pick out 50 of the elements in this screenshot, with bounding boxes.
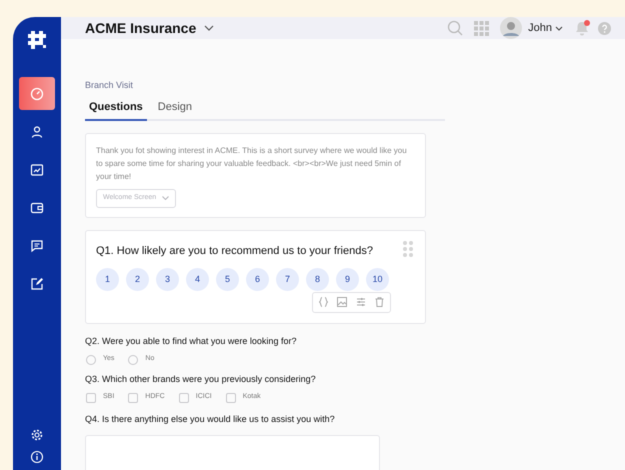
user-icon[interactable] bbox=[30, 125, 44, 139]
organization-name[interactable]: ACME Insurance bbox=[85, 18, 196, 38]
rating-option[interactable]: 2 bbox=[126, 268, 149, 291]
rating-option[interactable]: 6 bbox=[246, 268, 269, 291]
radio-button[interactable] bbox=[86, 354, 96, 364]
rating-option[interactable]: 5 bbox=[216, 268, 239, 291]
search-icon[interactable] bbox=[447, 20, 464, 36]
bell-icon[interactable] bbox=[575, 20, 589, 36]
chart-icon[interactable] bbox=[30, 163, 44, 177]
user-name[interactable]: John bbox=[528, 20, 552, 36]
image-icon[interactable] bbox=[337, 297, 347, 308]
chevron-down-icon[interactable] bbox=[555, 26, 563, 30]
speedometer-icon bbox=[30, 86, 44, 100]
question-text: Q4. Is there anything else you would like us to assist you with? bbox=[85, 412, 336, 426]
drag-handle-icon[interactable] bbox=[403, 240, 413, 257]
wallet-icon[interactable] bbox=[30, 201, 44, 215]
question-text: Q3. Which other brands were you previously considering? bbox=[85, 372, 317, 386]
radio-button[interactable] bbox=[128, 354, 138, 364]
checkbox[interactable] bbox=[128, 392, 138, 402]
braces-icon[interactable] bbox=[319, 297, 328, 308]
question-text: Q2. Were you able to find what you were looking for? bbox=[85, 334, 298, 348]
apps-grid-icon[interactable] bbox=[474, 20, 490, 36]
rating-option[interactable]: 3 bbox=[156, 268, 179, 291]
chat-icon[interactable] bbox=[30, 239, 44, 253]
tab[interactable]: Design bbox=[156, 98, 194, 119]
chevron-down-icon bbox=[162, 196, 170, 200]
rating-option[interactable]: 7 bbox=[276, 268, 299, 291]
rating-option[interactable]: 10 bbox=[366, 268, 389, 291]
checkbox[interactable] bbox=[226, 392, 236, 402]
help-icon[interactable] bbox=[598, 22, 611, 34]
trash-icon[interactable] bbox=[375, 297, 384, 308]
survey-title: Branch Visit bbox=[85, 79, 134, 92]
tab[interactable]: Questions bbox=[85, 98, 147, 121]
speedometer-nav-item[interactable] bbox=[19, 77, 55, 110]
rating-option[interactable]: 1 bbox=[96, 268, 119, 291]
rating-option[interactable]: 9 bbox=[336, 268, 359, 291]
logo-icon bbox=[26, 29, 48, 51]
answer-box[interactable] bbox=[85, 435, 380, 470]
sliders-icon[interactable] bbox=[356, 297, 366, 308]
rating-option[interactable]: 8 bbox=[306, 268, 329, 291]
settings-icon[interactable] bbox=[30, 428, 44, 442]
avatar[interactable] bbox=[500, 17, 522, 39]
edit-icon[interactable] bbox=[30, 277, 44, 291]
info-icon[interactable] bbox=[30, 450, 44, 464]
checkbox[interactable] bbox=[178, 392, 189, 402]
rating-option[interactable]: 4 bbox=[186, 268, 209, 291]
checkbox[interactable] bbox=[86, 392, 96, 402]
chevron-down-icon[interactable] bbox=[204, 25, 214, 31]
welcome-message: Thank you fot showing interest in ACME. This is a short survey where we would like you to spare some time for sharing your valuable feedback. <br><br>We just need 5min of your time! bbox=[96, 145, 408, 183]
question-text: Q1. How likely are you to recommend us to your friends? bbox=[96, 244, 373, 259]
